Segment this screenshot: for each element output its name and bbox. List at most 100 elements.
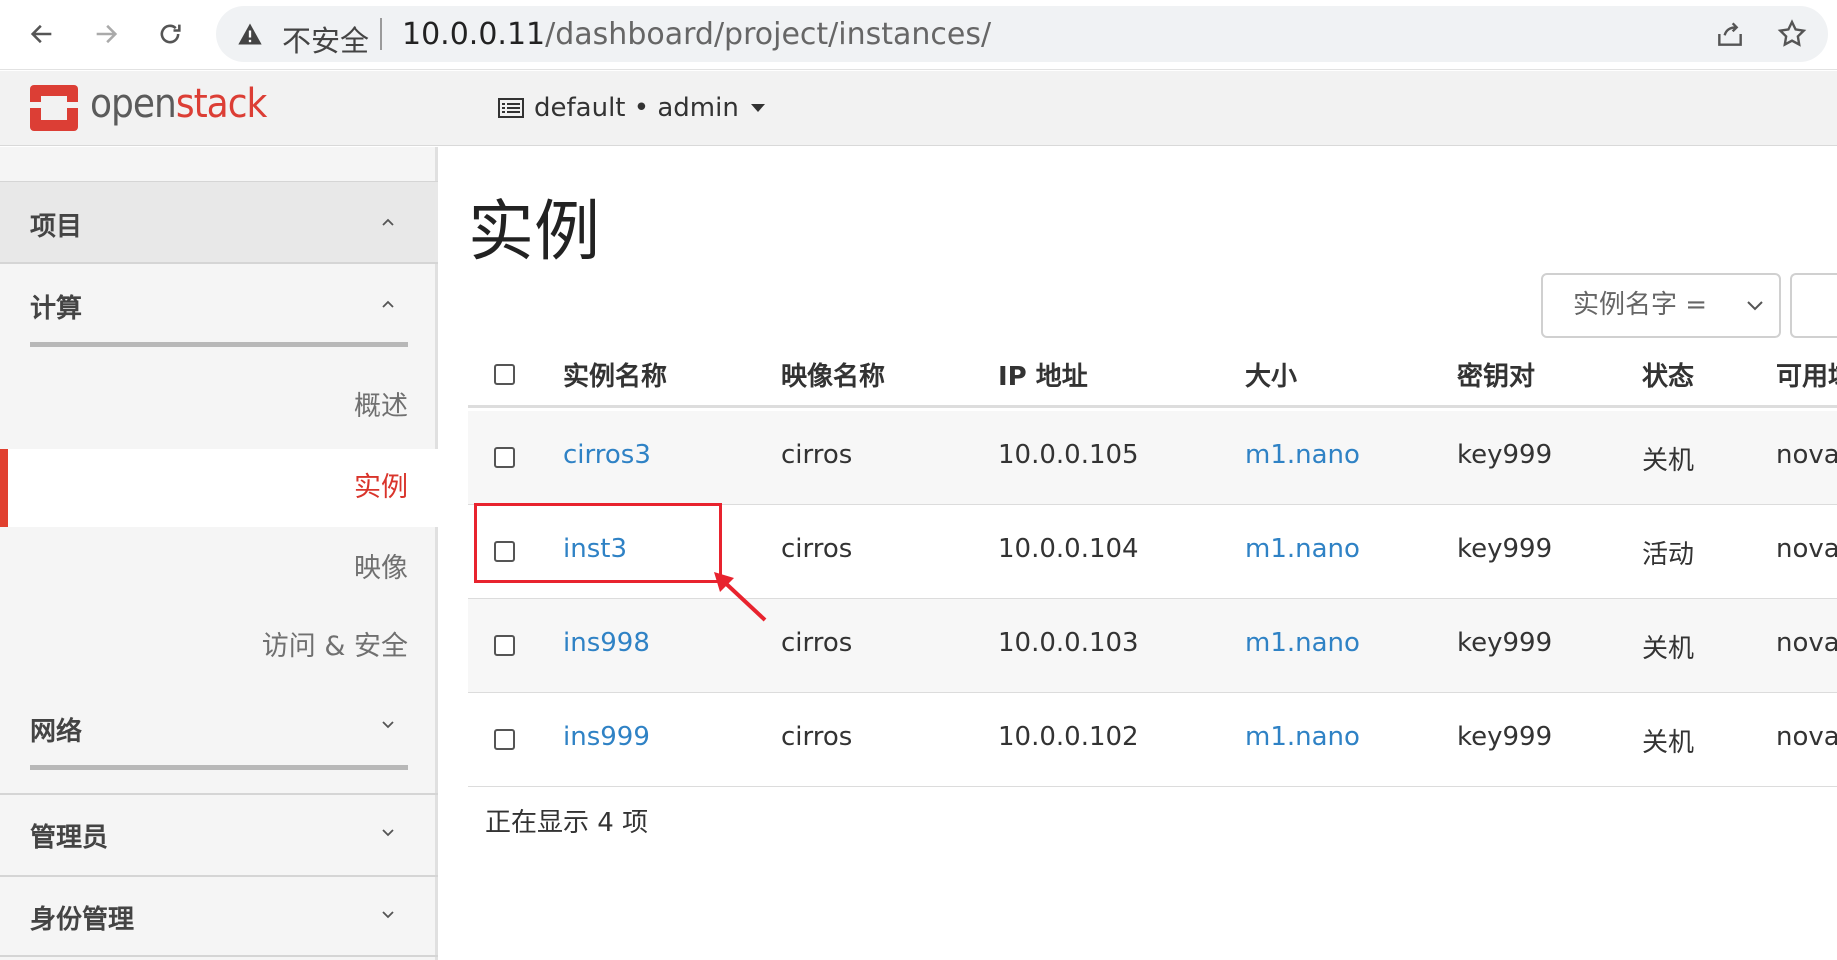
- chevron-down-icon: [382, 829, 394, 837]
- sidebar-section-identity[interactable]: 身份管理: [0, 877, 438, 957]
- sidebar-section-admin[interactable]: 管理员: [0, 795, 438, 875]
- wordmark-open: open: [90, 81, 177, 127]
- availability-zone: nova: [1776, 440, 1837, 470]
- image-name: cirros: [781, 440, 853, 470]
- image-name: cirros: [781, 722, 853, 752]
- reload-button[interactable]: [150, 14, 190, 54]
- ip-address: 10.0.0.104: [998, 534, 1139, 564]
- column-header-size[interactable]: 大小: [1245, 356, 1297, 393]
- table-row: cirros3 cirros 10.0.0.105 m1.nano key999…: [468, 411, 1837, 505]
- keypair: key999: [1457, 722, 1553, 752]
- sidebar-section-project[interactable]: 项目: [0, 182, 438, 262]
- chevron-down-icon: [382, 911, 394, 919]
- sidebar-section-label: 管理员: [30, 823, 109, 853]
- row-checkbox[interactable]: [494, 729, 515, 750]
- share-icon[interactable]: [1714, 18, 1746, 50]
- sidebar-section-network[interactable]: 网络: [0, 687, 438, 767]
- chevron-down-icon: [1747, 301, 1763, 311]
- filter-select-label: 实例名字 =: [1573, 290, 1708, 320]
- availability-zone: nova: [1776, 534, 1837, 564]
- table-row: ins999 cirros 10.0.0.102 m1.nano key999 …: [468, 693, 1837, 787]
- keypair: key999: [1457, 628, 1553, 658]
- url-text: 10.0.0.11/dashboard/project/instances/: [402, 17, 991, 52]
- list-icon: [498, 98, 524, 118]
- image-name: cirros: [781, 628, 853, 658]
- item-count: 正在显示 4 项: [485, 808, 649, 838]
- sidebar-divider: [0, 955, 438, 957]
- url-path: /dashboard/project/instances/: [545, 17, 992, 52]
- ip-address: 10.0.0.105: [998, 440, 1139, 470]
- sidebar-item-overview[interactable]: 概述: [0, 368, 438, 446]
- instance-name-link[interactable]: ins999: [563, 722, 650, 752]
- openstack-wordmark: openstack: [90, 81, 268, 127]
- reload-icon: [160, 24, 181, 44]
- column-header-keypair[interactable]: 密钥对: [1457, 356, 1535, 393]
- arrow-left-icon: [30, 24, 52, 44]
- chevron-up-icon: [382, 218, 394, 226]
- page-title: 实例: [468, 193, 600, 270]
- sidebar-section-label: 计算: [30, 294, 83, 324]
- instance-name-link[interactable]: ins998: [563, 628, 650, 658]
- status: 关机: [1642, 634, 1695, 664]
- wordmark-stack: stack: [175, 81, 268, 127]
- sidebar-section-compute[interactable]: 计算: [0, 264, 438, 344]
- sidebar-item-images[interactable]: 映像: [0, 530, 438, 608]
- instance-name-link[interactable]: cirros3: [563, 440, 651, 470]
- browser-toolbar: 不安全 10.0.0.11/dashboard/project/instance…: [0, 0, 1837, 70]
- openstack-logo-icon[interactable]: [28, 83, 80, 133]
- project-switcher[interactable]: default • admin: [498, 89, 765, 127]
- chevron-down-icon: [382, 721, 394, 729]
- filter-input[interactable]: [1790, 273, 1837, 338]
- status: 活动: [1642, 540, 1695, 570]
- availability-zone: nova: [1776, 628, 1837, 658]
- status: 关机: [1642, 446, 1695, 476]
- annotation-highlight-box: [474, 503, 722, 583]
- back-button[interactable]: [22, 14, 62, 54]
- flavor-link[interactable]: m1.nano: [1245, 628, 1360, 658]
- column-header-name[interactable]: 实例名称: [563, 356, 667, 393]
- column-header-zone[interactable]: 可用域: [1776, 356, 1837, 393]
- sidebar-section-label: 身份管理: [30, 905, 135, 935]
- sidebar-item-access-security[interactable]: 访问 & 安全: [0, 608, 438, 686]
- image-name: cirros: [781, 534, 853, 564]
- address-separator: [380, 18, 382, 50]
- ip-address: 10.0.0.102: [998, 722, 1139, 752]
- insecure-label: 不安全: [282, 24, 370, 58]
- table-row: ins998 cirros 10.0.0.103 m1.nano key999 …: [468, 599, 1837, 693]
- column-header-status[interactable]: 状态: [1642, 356, 1694, 393]
- column-header-ip[interactable]: IP 地址: [998, 356, 1088, 393]
- sidebar-item-label: 实例: [354, 472, 408, 503]
- flavor-link[interactable]: m1.nano: [1245, 440, 1360, 470]
- annotation-arrow-icon: [714, 572, 767, 622]
- sidebar-section-label: 网络: [30, 717, 83, 747]
- section-underline: [30, 765, 408, 770]
- keypair: key999: [1457, 440, 1553, 470]
- filter-field-select[interactable]: 实例名字 =: [1541, 273, 1781, 338]
- column-header-image[interactable]: 映像名称: [781, 356, 885, 393]
- active-indicator: [0, 449, 8, 527]
- section-underline: [30, 342, 408, 347]
- openstack-header: openstack default • admin: [0, 71, 1837, 146]
- sidebar-section-label: 项目: [30, 212, 83, 242]
- arrow-right-icon: [96, 24, 118, 44]
- status: 关机: [1642, 728, 1695, 758]
- url-host: 10.0.0.11: [402, 17, 546, 52]
- keypair: key999: [1457, 534, 1553, 564]
- caret-down-icon: [750, 104, 765, 112]
- select-all-checkbox[interactable]: [494, 364, 515, 385]
- row-checkbox[interactable]: [494, 635, 515, 656]
- flavor-link[interactable]: m1.nano: [1245, 534, 1360, 564]
- project-label: default • admin: [534, 93, 739, 123]
- sidebar: 项目 计算 概述 实例 映像 访问 & 安全 网络 管理员 身份管理: [0, 147, 438, 960]
- ip-address: 10.0.0.103: [998, 628, 1139, 658]
- table-header: 实例名称 映像名称 IP 地址 大小 密钥对 状态 可用域: [468, 338, 1837, 408]
- flavor-link[interactable]: m1.nano: [1245, 722, 1360, 752]
- address-bar[interactable]: 不安全 10.0.0.11/dashboard/project/instance…: [216, 6, 1828, 62]
- forward-button[interactable]: [86, 14, 126, 54]
- availability-zone: nova: [1776, 722, 1837, 752]
- chevron-up-icon: [382, 300, 394, 308]
- star-icon[interactable]: [1776, 18, 1808, 50]
- row-checkbox[interactable]: [494, 447, 515, 468]
- sidebar-item-instances[interactable]: 实例: [0, 449, 438, 527]
- warning-icon: [238, 23, 262, 45]
